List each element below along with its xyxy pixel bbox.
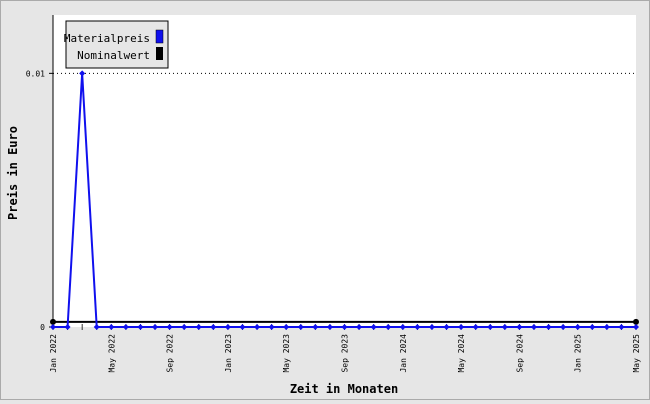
legend: Materialpreis Nominalwert [64,20,169,69]
chart-frame: 0 0.01 Jan 2022 May 2022 Sep 2022 Jan 2023 Ma… [0,0,650,400]
x-tick-label: Sep 2022 [166,334,175,373]
x-tick-label: Jan 2023 [224,334,233,373]
x-tick-label: Jan 2025 [574,334,583,373]
y-tick-label: 0 [40,323,45,332]
x-tick-label: Sep 2024 [515,334,524,373]
x-tick-label: Sep 2023 [341,334,350,373]
price-chart: 00.01 Jan 2022 May 2022 Sep 2022 Jan 2023 Ma… [6,15,641,396]
y-tick-label: 0.01 [26,69,45,78]
x-tick-label: May 2024 [457,334,466,373]
legend-swatch-materialpreis [155,29,164,44]
x-tick-labels: Jan 2022 May 2022 Sep 2022 Jan 2023 May 2023… [49,334,641,373]
x-axis-title: Zeit in Monaten [290,382,398,396]
x-tick-label: Jan 2024 [399,334,408,373]
legend-swatch-nominalwert [156,47,163,60]
x-tick-label: May 2023 [282,334,291,373]
y-tick-labels: 00.01 [26,69,45,332]
x-tick-label: Jan 2022 [49,334,58,373]
legend-label-materialpreis: Materialpreis [64,32,150,45]
y-axis-title: Preis in Euro [6,126,20,220]
legend-label-nominalwert: Nominalwert [77,49,150,62]
x-tick-label: May 2025 [632,334,641,373]
x-tick-label: May 2022 [107,334,116,373]
